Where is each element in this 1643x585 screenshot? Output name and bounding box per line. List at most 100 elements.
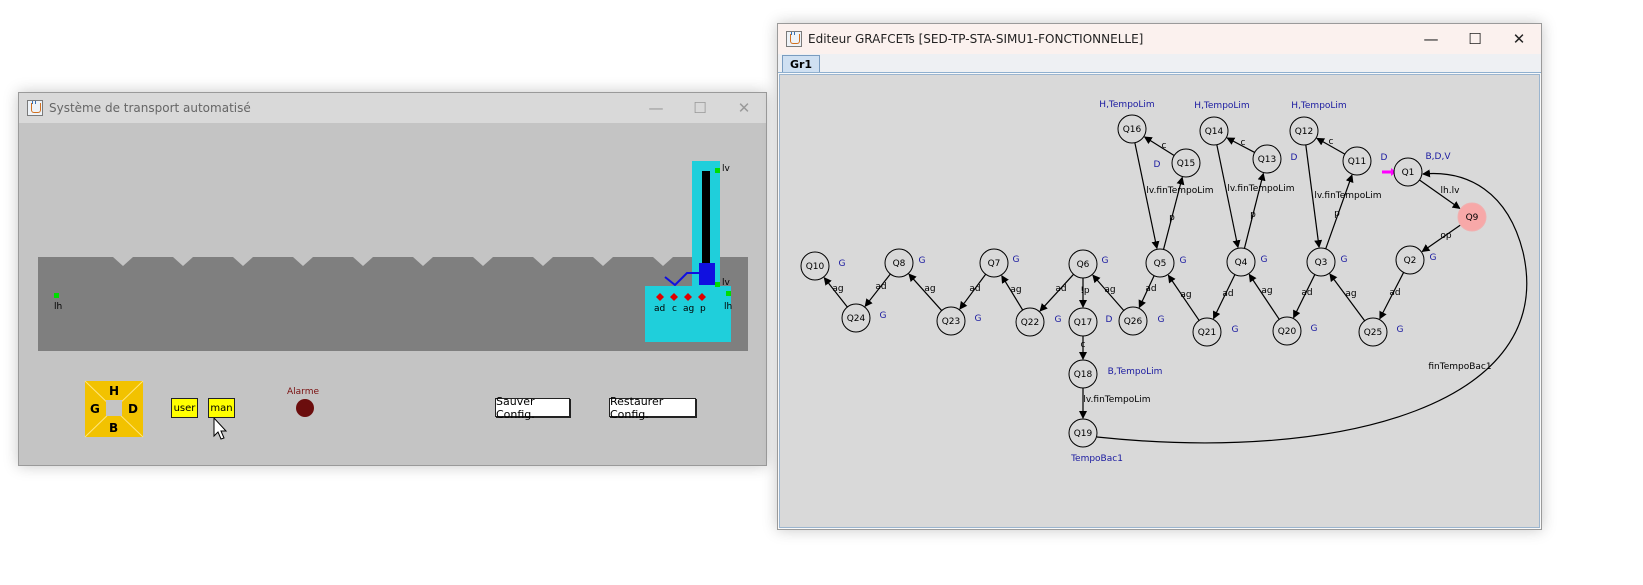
step-q16[interactable]: Q16 (1117, 114, 1147, 144)
step-label-q20: Q20 (1278, 327, 1297, 337)
step-q9[interactable]: Q9 (1457, 202, 1487, 232)
transition-label-t18: lv.finTempoLim (1083, 395, 1150, 405)
step-label-q11: Q11 (1348, 157, 1367, 167)
grafcet-link-q14-q4[interactable] (1216, 144, 1241, 249)
step-q15[interactable]: Q15 (1171, 148, 1201, 178)
action-q2: G (1430, 253, 1437, 263)
transport-canvas: lh lv lv lh ad c ag p H G D B Alarme use… (19, 123, 766, 465)
transport-window: Système de transport automatisé — ☐ ✕ lh… (18, 92, 767, 466)
step-q6[interactable]: Q6 (1068, 249, 1098, 279)
step-q3[interactable]: Q3 (1306, 247, 1336, 277)
step-q2[interactable]: Q2 (1395, 245, 1425, 275)
step-label-q14: Q14 (1205, 127, 1224, 137)
transition-label-t4-13: p (1250, 210, 1256, 220)
step-q13[interactable]: Q13 (1252, 144, 1282, 174)
actuator-p-label: p (700, 304, 706, 314)
grafcet-link-q15-q16[interactable] (1143, 136, 1175, 157)
step-q26[interactable]: Q26 (1118, 306, 1148, 336)
action-q18: B,TempoLim (1108, 367, 1163, 377)
joystick-left-label[interactable]: G (90, 402, 100, 416)
grafcet-tabbar: Gr1 (778, 54, 1541, 73)
transition-label-t7: ad (969, 284, 980, 294)
action-q5: G (1180, 256, 1187, 266)
step-q12[interactable]: Q12 (1289, 116, 1319, 146)
action-q23: G (975, 314, 982, 324)
minimize-button[interactable]: — (634, 93, 678, 123)
maximize-button[interactable]: ☐ (678, 93, 722, 123)
joystick-right-label[interactable]: D (128, 402, 138, 416)
step-q17[interactable]: Q17 (1068, 307, 1098, 337)
transition-label-t13: lv.finTempoLim (1227, 184, 1294, 194)
transition-label-t8: ad (875, 282, 886, 292)
transition-label-t5-15: p (1169, 213, 1175, 223)
grafcet-titlebar[interactable]: Editeur GRAFCETs [SED-TP-STA-SIMU1-FONCT… (778, 24, 1541, 54)
joystick[interactable]: H G D B (84, 380, 144, 438)
step-q19[interactable]: Q19 (1068, 418, 1098, 448)
sensor-lv-mid-label: lv (722, 278, 731, 288)
grafcet-canvas: Q1 Q2 Q3 Q4 Q5 Q6 Q7 Q8 Q9 Q10 Q11 Q12 Q13 Q14 Q15 Q16 Q… (779, 74, 1540, 528)
lift-shaft (702, 171, 710, 277)
transition-label-t14: c (1241, 138, 1246, 148)
conveyor-belt (38, 257, 748, 351)
step-q4[interactable]: Q4 (1226, 247, 1256, 277)
user-mode-button[interactable]: user (171, 398, 198, 418)
step-q21[interactable]: Q21 (1192, 317, 1222, 347)
transport-titlebar[interactable]: Système de transport automatisé — ☐ ✕ (19, 93, 766, 123)
step-q11[interactable]: Q11 (1342, 146, 1372, 176)
joystick-up-label[interactable]: H (109, 384, 119, 398)
joystick-down-label[interactable]: B (109, 421, 118, 435)
transition-label-t5: ad (1145, 284, 1156, 294)
step-label-q22: Q22 (1021, 318, 1040, 328)
step-q20[interactable]: Q20 (1272, 316, 1302, 346)
transition-label-t22: ag (1010, 285, 1021, 295)
action-q25: G (1397, 325, 1404, 335)
action-q10: G (839, 259, 846, 269)
step-label-q9: Q9 (1466, 213, 1479, 223)
step-q24[interactable]: Q24 (841, 303, 871, 333)
transition-label-t2: ad (1389, 288, 1400, 298)
man-mode-button[interactable]: man (208, 398, 235, 418)
step-q1[interactable]: Q1 (1393, 157, 1423, 187)
transition-label-t6-17: !p (1080, 286, 1090, 296)
action-q8: G (919, 256, 926, 266)
transition-label-t9: op (1440, 231, 1452, 241)
step-q5[interactable]: Q5 (1145, 248, 1175, 278)
step-q10[interactable]: Q10 (800, 251, 830, 281)
step-q14[interactable]: Q14 (1199, 116, 1229, 146)
step-label-q2: Q2 (1404, 256, 1417, 266)
step-q18[interactable]: Q18 (1068, 359, 1098, 389)
transition-label-t17: c (1081, 340, 1086, 350)
step-label-q5: Q5 (1154, 259, 1167, 269)
save-config-button[interactable]: Sauver Config. (495, 395, 570, 421)
step-label-q25: Q25 (1364, 328, 1383, 338)
step-q25[interactable]: Q25 (1358, 317, 1388, 347)
step-q22[interactable]: Q22 (1015, 307, 1045, 337)
sensor-lh-left (54, 293, 59, 298)
action-q20: G (1311, 324, 1318, 334)
minimize-button[interactable]: — (1409, 24, 1453, 54)
step-label-q17: Q17 (1074, 318, 1093, 328)
action-q19: TempoBac1 (1070, 454, 1123, 464)
restore-config-button[interactable]: Restaurer Config. (609, 395, 696, 421)
close-button[interactable]: ✕ (722, 93, 766, 123)
step-label-q1: Q1 (1402, 168, 1415, 178)
transition-label-t11: lv.finTempoLim (1314, 191, 1381, 201)
step-q7[interactable]: Q7 (979, 248, 1009, 278)
action-q14: H,TempoLim (1194, 101, 1249, 111)
action-q12: H,TempoLim (1291, 101, 1346, 111)
step-label-q8: Q8 (893, 259, 906, 269)
close-button[interactable]: ✕ (1497, 24, 1541, 54)
step-label-q24: Q24 (847, 314, 866, 324)
maximize-button[interactable]: ☐ (1453, 24, 1497, 54)
action-q13: D (1291, 153, 1298, 163)
tab-gr1[interactable]: Gr1 (782, 55, 820, 72)
step-q8[interactable]: Q8 (884, 248, 914, 278)
grafcet-link-q20-q4[interactable] (1248, 273, 1280, 320)
action-q22: G (1055, 315, 1062, 325)
actuator-ad-label: ad (654, 304, 665, 314)
actuator-c-label: c (672, 304, 677, 314)
transition-label-t23: ag (924, 284, 935, 294)
step-label-q23: Q23 (942, 317, 961, 327)
transition-label-t25: ag (1345, 289, 1356, 299)
step-q23[interactable]: Q23 (936, 306, 966, 336)
